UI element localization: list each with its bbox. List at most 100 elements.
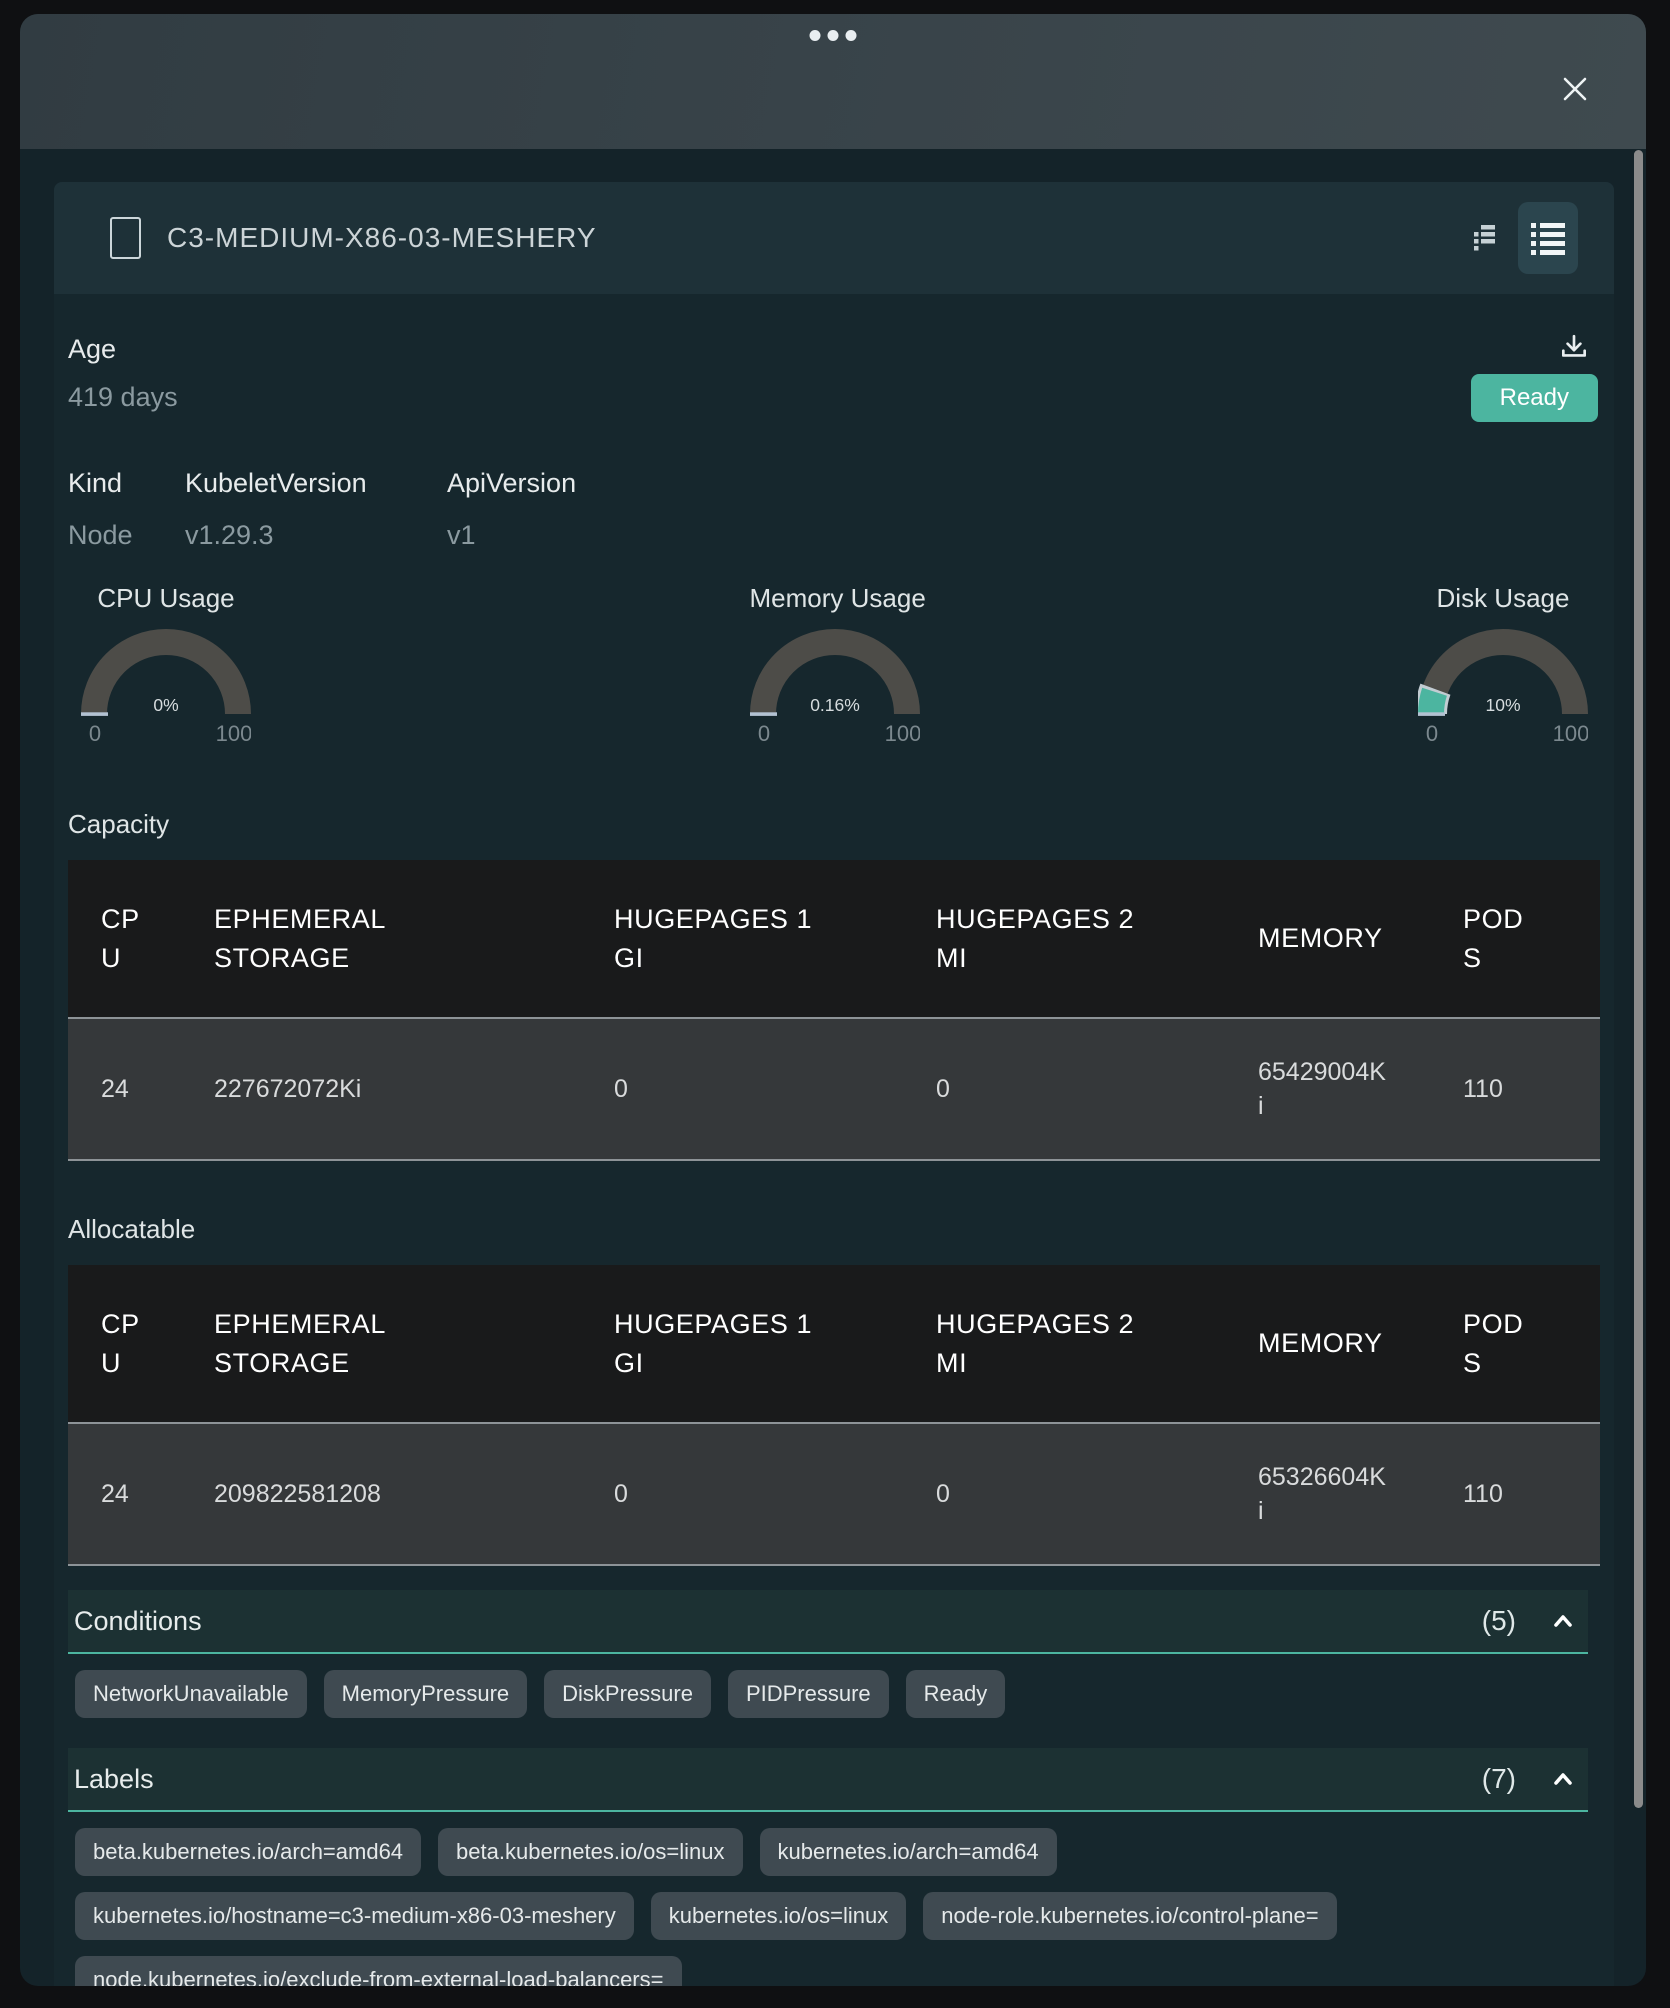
cpu-usage-gauge: CPU Usage 0% 0 100 bbox=[81, 580, 251, 750]
meta-section: Kind Node KubeletVersion v1.29.3 ApiVers… bbox=[68, 466, 1600, 552]
capacity-hugepages-1gi-value: 0 bbox=[598, 1018, 920, 1160]
capacity-table: CPU EPHEMERAL STORAGE HUGEPAGES 1 GI HUG… bbox=[68, 860, 1600, 1161]
list-view-icon bbox=[1528, 218, 1568, 258]
capacity-cpu-value: 24 bbox=[68, 1018, 198, 1160]
conditions-heading: Conditions bbox=[74, 1606, 1482, 1637]
svg-text:0.16%: 0.16% bbox=[810, 695, 860, 715]
conditions-count: (5) bbox=[1482, 1605, 1516, 1637]
drag-handle-dots-icon[interactable] bbox=[810, 30, 857, 41]
svg-text:0: 0 bbox=[757, 721, 769, 746]
capacity-col-memory: MEMORY bbox=[1242, 860, 1447, 1018]
allocatable-table: CPU EPHEMERAL STORAGE HUGEPAGES 1 GI HUG… bbox=[68, 1265, 1600, 1566]
list-view-button[interactable] bbox=[1518, 202, 1578, 274]
label-chip: node.kubernetes.io/exclude-from-external… bbox=[75, 1956, 682, 1986]
svg-text:100: 100 bbox=[216, 721, 251, 746]
allocatable-cpu-value: 24 bbox=[68, 1423, 198, 1565]
allocatable-ephemeral-storage-value: 209822581208 bbox=[198, 1423, 598, 1565]
allocatable-col-hugepages-1gi: HUGEPAGES 1 GI bbox=[598, 1265, 920, 1423]
api-version-label: ApiVersion bbox=[447, 466, 576, 500]
node-details-modal: C3-MEDIUM-X86-03-MESHERY bbox=[20, 14, 1646, 1986]
allocatable-table-header-row: CPU EPHEMERAL STORAGE HUGEPAGES 1 GI HUG… bbox=[68, 1265, 1600, 1423]
condition-chip: NetworkUnavailable bbox=[75, 1670, 307, 1718]
modal-header bbox=[20, 14, 1646, 149]
cpu-usage-title: CPU Usage bbox=[81, 580, 251, 616]
modal-scrollbar[interactable] bbox=[1634, 150, 1643, 1808]
label-chip: kubernetes.io/hostname=c3-medium-x86-03-… bbox=[75, 1892, 634, 1940]
allocatable-heading: Allocatable bbox=[68, 1211, 1600, 1247]
capacity-table-header-row: CPU EPHEMERAL STORAGE HUGEPAGES 1 GI HUG… bbox=[68, 860, 1600, 1018]
download-icon bbox=[1558, 332, 1590, 364]
capacity-memory-value: 65429004Ki bbox=[1242, 1018, 1447, 1160]
disk-usage-gauge-chart: 10% 0 100 bbox=[1418, 628, 1588, 750]
chevron-up-icon bbox=[1548, 1606, 1578, 1636]
node-card: C3-MEDIUM-X86-03-MESHERY bbox=[54, 182, 1614, 1986]
age-section: Age 419 days Ready bbox=[68, 332, 1600, 422]
capacity-col-cpu: CPU bbox=[68, 860, 198, 1018]
capacity-pods-value: 110 bbox=[1447, 1018, 1600, 1160]
svg-text:100: 100 bbox=[1553, 721, 1588, 746]
label-chip: beta.kubernetes.io/arch=amd64 bbox=[75, 1828, 421, 1876]
chevron-up-icon bbox=[1548, 1764, 1578, 1794]
kubelet-version-value: v1.29.3 bbox=[185, 518, 447, 552]
svg-text:0: 0 bbox=[89, 721, 101, 746]
allocatable-hugepages-2mi-value: 0 bbox=[920, 1423, 1242, 1565]
conditions-section-header[interactable]: Conditions (5) bbox=[68, 1590, 1588, 1654]
condition-chip: DiskPressure bbox=[544, 1670, 711, 1718]
labels-chips: beta.kubernetes.io/arch=amd64 beta.kuber… bbox=[68, 1828, 1600, 1986]
age-value: 419 days bbox=[68, 380, 178, 414]
allocatable-col-ephemeral-storage: EPHEMERAL STORAGE bbox=[198, 1265, 598, 1423]
cpu-usage-gauge-chart: 0% 0 100 bbox=[81, 628, 251, 750]
close-icon bbox=[1558, 72, 1592, 106]
condensed-view-button[interactable] bbox=[1465, 216, 1504, 260]
memory-usage-gauge: Memory Usage 0.16% 0 100 bbox=[750, 580, 920, 750]
kind-value: Node bbox=[68, 518, 185, 552]
labels-section-header[interactable]: Labels (7) bbox=[68, 1748, 1588, 1812]
view-toggle bbox=[1465, 202, 1578, 274]
kind-label: Kind bbox=[68, 466, 185, 500]
disk-usage-gauge: Disk Usage 10% 0 100 bbox=[1418, 580, 1588, 750]
allocatable-memory-value: 65326604Ki bbox=[1242, 1423, 1447, 1565]
label-chip: node-role.kubernetes.io/control-plane= bbox=[923, 1892, 1336, 1940]
memory-usage-title: Memory Usage bbox=[750, 580, 920, 616]
usage-gauges: CPU Usage 0% 0 100 Memory Usage bbox=[68, 580, 1600, 750]
disk-usage-title: Disk Usage bbox=[1418, 580, 1588, 616]
kubelet-version-label: KubeletVersion bbox=[185, 466, 447, 500]
capacity-col-pods: PODS bbox=[1447, 860, 1600, 1018]
api-version-value: v1 bbox=[447, 518, 576, 552]
capacity-col-hugepages-2mi: HUGEPAGES 2 MI bbox=[920, 860, 1242, 1018]
capacity-heading: Capacity bbox=[68, 806, 1600, 842]
condensed-view-icon bbox=[1471, 222, 1498, 254]
labels-count: (7) bbox=[1482, 1763, 1516, 1795]
capacity-col-hugepages-1gi: HUGEPAGES 1 GI bbox=[598, 860, 920, 1018]
allocatable-col-hugepages-2mi: HUGEPAGES 2 MI bbox=[920, 1265, 1242, 1423]
condition-chip: PIDPressure bbox=[728, 1670, 889, 1718]
allocatable-col-memory: MEMORY bbox=[1242, 1265, 1447, 1423]
condition-chip: MemoryPressure bbox=[324, 1670, 527, 1718]
capacity-table-row: 24 227672072Ki 0 0 65429004Ki 110 bbox=[68, 1018, 1600, 1160]
capacity-ephemeral-storage-value: 227672072Ki bbox=[198, 1018, 598, 1160]
close-button[interactable] bbox=[1556, 70, 1594, 108]
allocatable-hugepages-1gi-value: 0 bbox=[598, 1423, 920, 1565]
memory-usage-gauge-chart: 0.16% 0 100 bbox=[750, 628, 920, 750]
node-card-header: C3-MEDIUM-X86-03-MESHERY bbox=[54, 182, 1614, 294]
svg-text:10%: 10% bbox=[1485, 695, 1520, 715]
svg-text:100: 100 bbox=[884, 721, 919, 746]
node-select-checkbox[interactable] bbox=[110, 217, 141, 259]
download-button[interactable] bbox=[1558, 332, 1590, 364]
capacity-hugepages-2mi-value: 0 bbox=[920, 1018, 1242, 1160]
status-badge: Ready bbox=[1471, 374, 1598, 422]
node-card-body: Age 419 days Ready bbox=[54, 332, 1614, 1986]
svg-text:0: 0 bbox=[1426, 721, 1438, 746]
allocatable-col-cpu: CPU bbox=[68, 1265, 198, 1423]
condition-chip: Ready bbox=[906, 1670, 1006, 1718]
age-label: Age bbox=[68, 332, 178, 366]
allocatable-pods-value: 110 bbox=[1447, 1423, 1600, 1565]
allocatable-table-row: 24 209822581208 0 0 65326604Ki 110 bbox=[68, 1423, 1600, 1565]
allocatable-col-pods: PODS bbox=[1447, 1265, 1600, 1423]
node-title: C3-MEDIUM-X86-03-MESHERY bbox=[167, 222, 1465, 254]
label-chip: beta.kubernetes.io/os=linux bbox=[438, 1828, 742, 1876]
label-chip: kubernetes.io/arch=amd64 bbox=[760, 1828, 1057, 1876]
labels-heading: Labels bbox=[74, 1764, 1482, 1795]
svg-text:0%: 0% bbox=[153, 695, 178, 715]
label-chip: kubernetes.io/os=linux bbox=[651, 1892, 907, 1940]
